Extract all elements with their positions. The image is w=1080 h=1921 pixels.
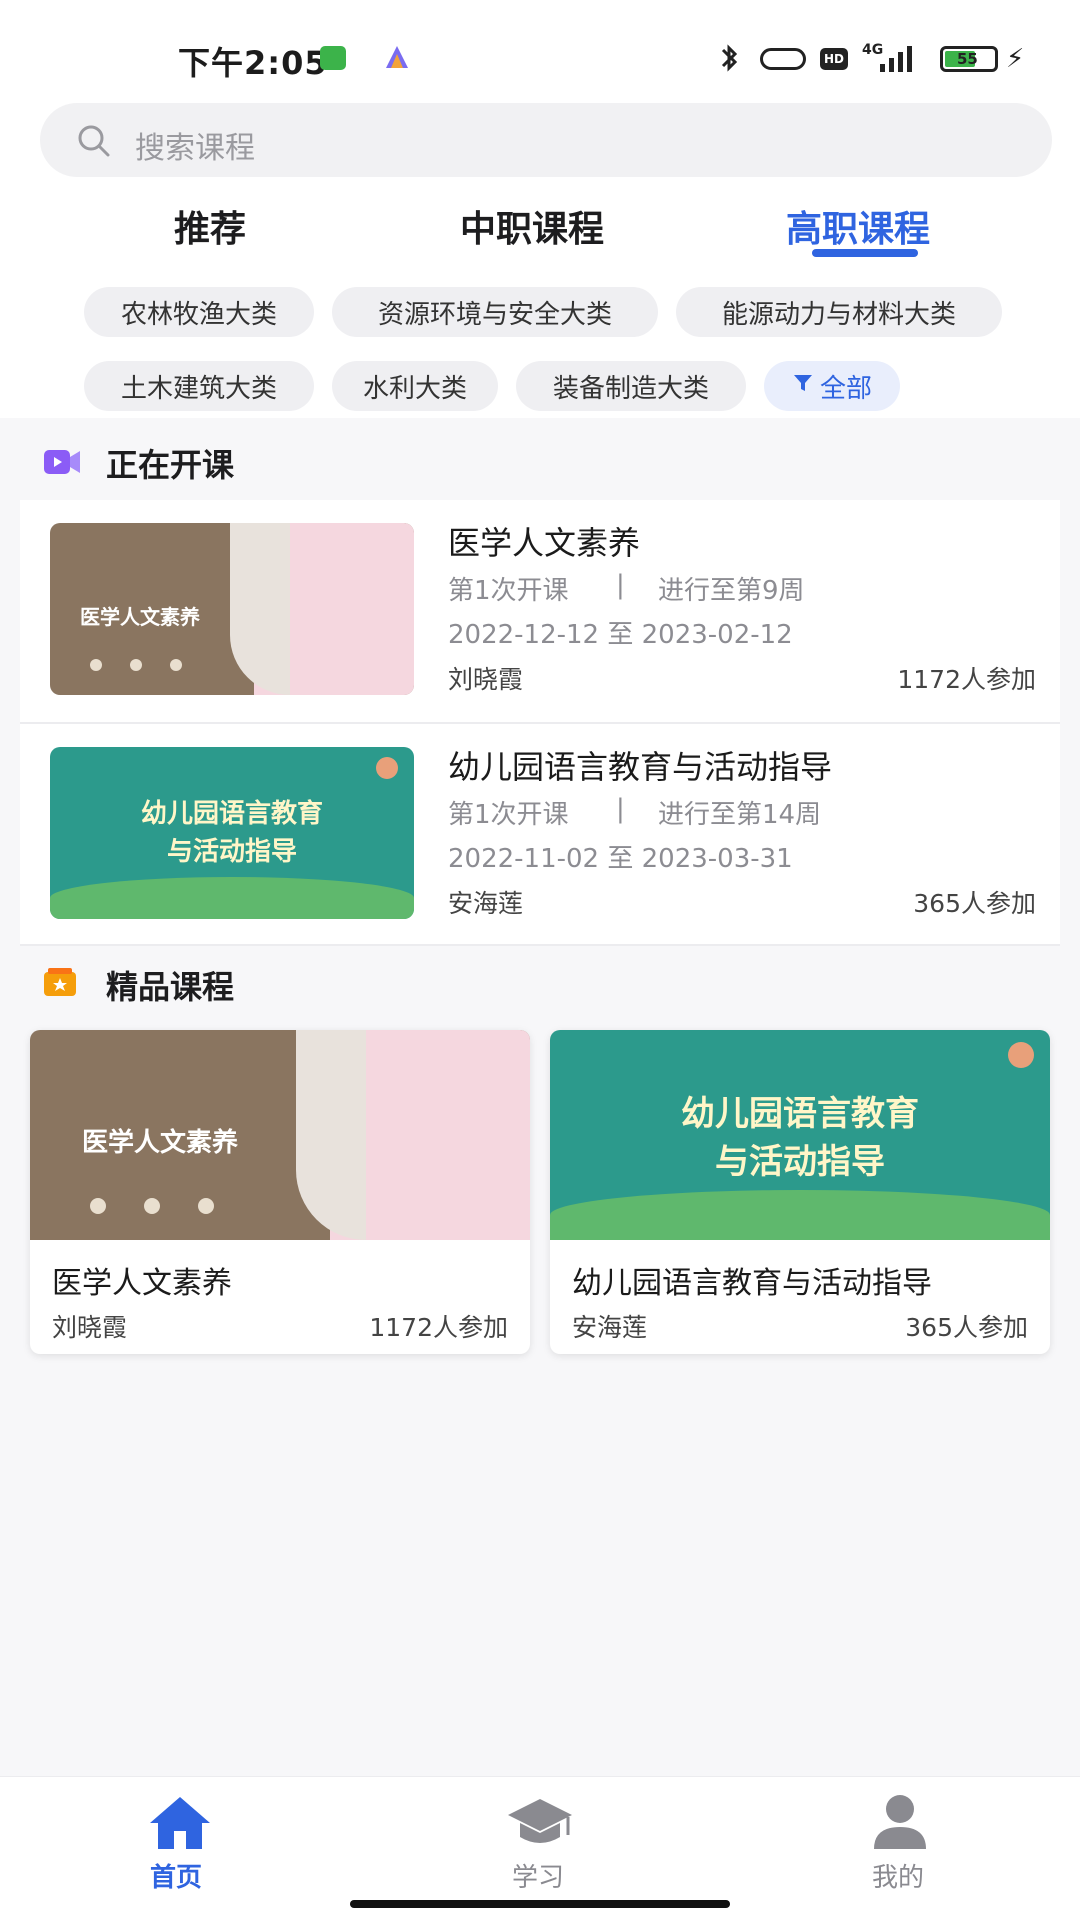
battery-level: 55 xyxy=(957,50,978,68)
nav-study[interactable]: 学习 xyxy=(490,1785,590,1895)
search-input[interactable]: 搜索课程 xyxy=(135,123,255,167)
search-bar[interactable]: 搜索课程 xyxy=(40,103,1052,177)
thumbnail-text: 医学人文素养 xyxy=(80,605,200,629)
dot-icon xyxy=(130,659,142,671)
nav-home-label: 首页 xyxy=(150,1863,203,1893)
ongoing-section-title: 正在开课 xyxy=(106,446,235,484)
dot-icon xyxy=(90,659,102,671)
user-icon xyxy=(870,1793,930,1855)
course-progress: 进行至第14周 xyxy=(658,800,822,830)
category-chip[interactable]: 能源动力与材料大类 xyxy=(676,287,1002,337)
app-notification-icon xyxy=(384,44,410,74)
status-bar: 下午2:05 HD 4G 55 ⚡ xyxy=(0,0,1080,100)
nav-profile[interactable]: 我的 xyxy=(850,1785,950,1895)
home-indicator[interactable] xyxy=(350,1900,730,1908)
home-icon xyxy=(148,1795,212,1855)
tab-secondary-vocational[interactable]: 中职课程 xyxy=(460,200,604,252)
category-chip[interactable]: 资源环境与安全大类 xyxy=(332,287,658,337)
divider xyxy=(20,944,1060,946)
course-participants: 365人参加 xyxy=(913,889,1036,918)
bluetooth-icon xyxy=(714,42,744,78)
nav-study-label: 学习 xyxy=(512,1863,565,1893)
nav-home[interactable]: 首页 xyxy=(130,1785,230,1895)
featured-section-title: 精品课程 xyxy=(106,968,235,1006)
featured-course-card[interactable]: 幼儿园语言教育 与活动指导 幼儿园语言教育与活动指导 安海莲 365人参加 xyxy=(550,1030,1050,1354)
course-title: 幼儿园语言教育与活动指导 xyxy=(448,748,833,786)
tab-recommend[interactable]: 推荐 xyxy=(174,200,246,252)
featured-course-icon xyxy=(44,968,80,1002)
course-thumbnail: 幼儿园语言教育 与活动指导 xyxy=(550,1030,1050,1240)
separator: | xyxy=(616,570,625,600)
thumbnail-text: 医学人文素养 xyxy=(82,1128,239,1158)
course-thumbnail: 幼儿园语言教育 与活动指导 xyxy=(50,747,414,919)
dot-icon xyxy=(90,1198,106,1214)
featured-course-card[interactable]: 医学人文素养 医学人文素养 刘晓霞 1172人参加 xyxy=(30,1030,530,1354)
balloon-icon xyxy=(376,757,398,779)
card-teacher: 安海莲 xyxy=(572,1313,648,1342)
course-session: 第1次开课 xyxy=(448,576,569,606)
link-icon xyxy=(760,48,806,70)
category-chip[interactable]: 土木建筑大类 xyxy=(84,361,314,411)
filter-icon xyxy=(792,371,814,401)
course-thumbnail: 医学人文素养 xyxy=(50,523,414,695)
wechat-notification-icon xyxy=(320,46,346,70)
charging-icon: ⚡ xyxy=(1006,44,1025,74)
card-title: 幼儿园语言教育与活动指导 xyxy=(572,1266,932,1301)
card-participants: 1172人参加 xyxy=(369,1313,508,1342)
all-categories-button[interactable]: 全部 xyxy=(764,361,900,411)
status-time: 下午2:05 xyxy=(178,44,328,82)
graduation-cap-icon xyxy=(506,1797,574,1853)
card-teacher: 刘晓霞 xyxy=(52,1313,128,1342)
dot-icon xyxy=(170,659,182,671)
dot-icon xyxy=(198,1198,214,1214)
active-tab-indicator xyxy=(812,249,918,257)
category-chip[interactable]: 装备制造大类 xyxy=(516,361,746,411)
card-participants: 365人参加 xyxy=(905,1313,1028,1342)
course-thumbnail: 医学人文素养 xyxy=(30,1030,530,1240)
course-progress: 进行至第9周 xyxy=(658,576,805,606)
all-categories-label: 全部 xyxy=(819,373,872,404)
list-item[interactable]: 幼儿园语言教育 与活动指导 幼儿园语言教育与活动指导 第1次开课 | 进行至第1… xyxy=(20,732,1060,942)
course-teacher: 安海莲 xyxy=(448,889,524,918)
battery-icon: 55 xyxy=(940,46,998,72)
course-dates: 2022-12-12 至 2023-02-12 xyxy=(448,620,793,650)
separator: | xyxy=(616,794,625,824)
thumbnail-text-line1: 幼儿园语言教育 xyxy=(140,799,323,829)
course-participants: 1172人参加 xyxy=(897,665,1036,694)
signal-icon xyxy=(876,44,920,76)
hd-icon: HD xyxy=(820,48,848,70)
live-course-icon xyxy=(44,448,80,480)
thumbnail-text-line2: 与活动指导 xyxy=(166,837,297,867)
course-title: 医学人文素养 xyxy=(448,524,641,562)
course-dates: 2022-11-02 至 2023-03-31 xyxy=(448,844,793,874)
thumbnail-text-line1: 幼儿园语言教育 xyxy=(681,1094,919,1134)
card-title: 医学人文素养 xyxy=(52,1266,232,1301)
list-item[interactable]: 医学人文素养 医学人文素养 第1次开课 | 进行至第9周 2022-12-12 … xyxy=(20,508,1060,718)
course-session: 第1次开课 xyxy=(448,800,569,830)
divider xyxy=(20,722,1060,724)
category-chip[interactable]: 农林牧渔大类 xyxy=(84,287,314,337)
category-chip[interactable]: 水利大类 xyxy=(332,361,498,411)
nav-profile-label: 我的 xyxy=(872,1863,925,1893)
balloon-icon xyxy=(1008,1042,1034,1068)
search-icon xyxy=(76,123,112,163)
dot-icon xyxy=(144,1198,160,1214)
thumbnail-text-line2: 与活动指导 xyxy=(715,1142,885,1182)
tab-higher-vocational[interactable]: 高职课程 xyxy=(786,200,930,252)
course-teacher: 刘晓霞 xyxy=(448,665,524,694)
